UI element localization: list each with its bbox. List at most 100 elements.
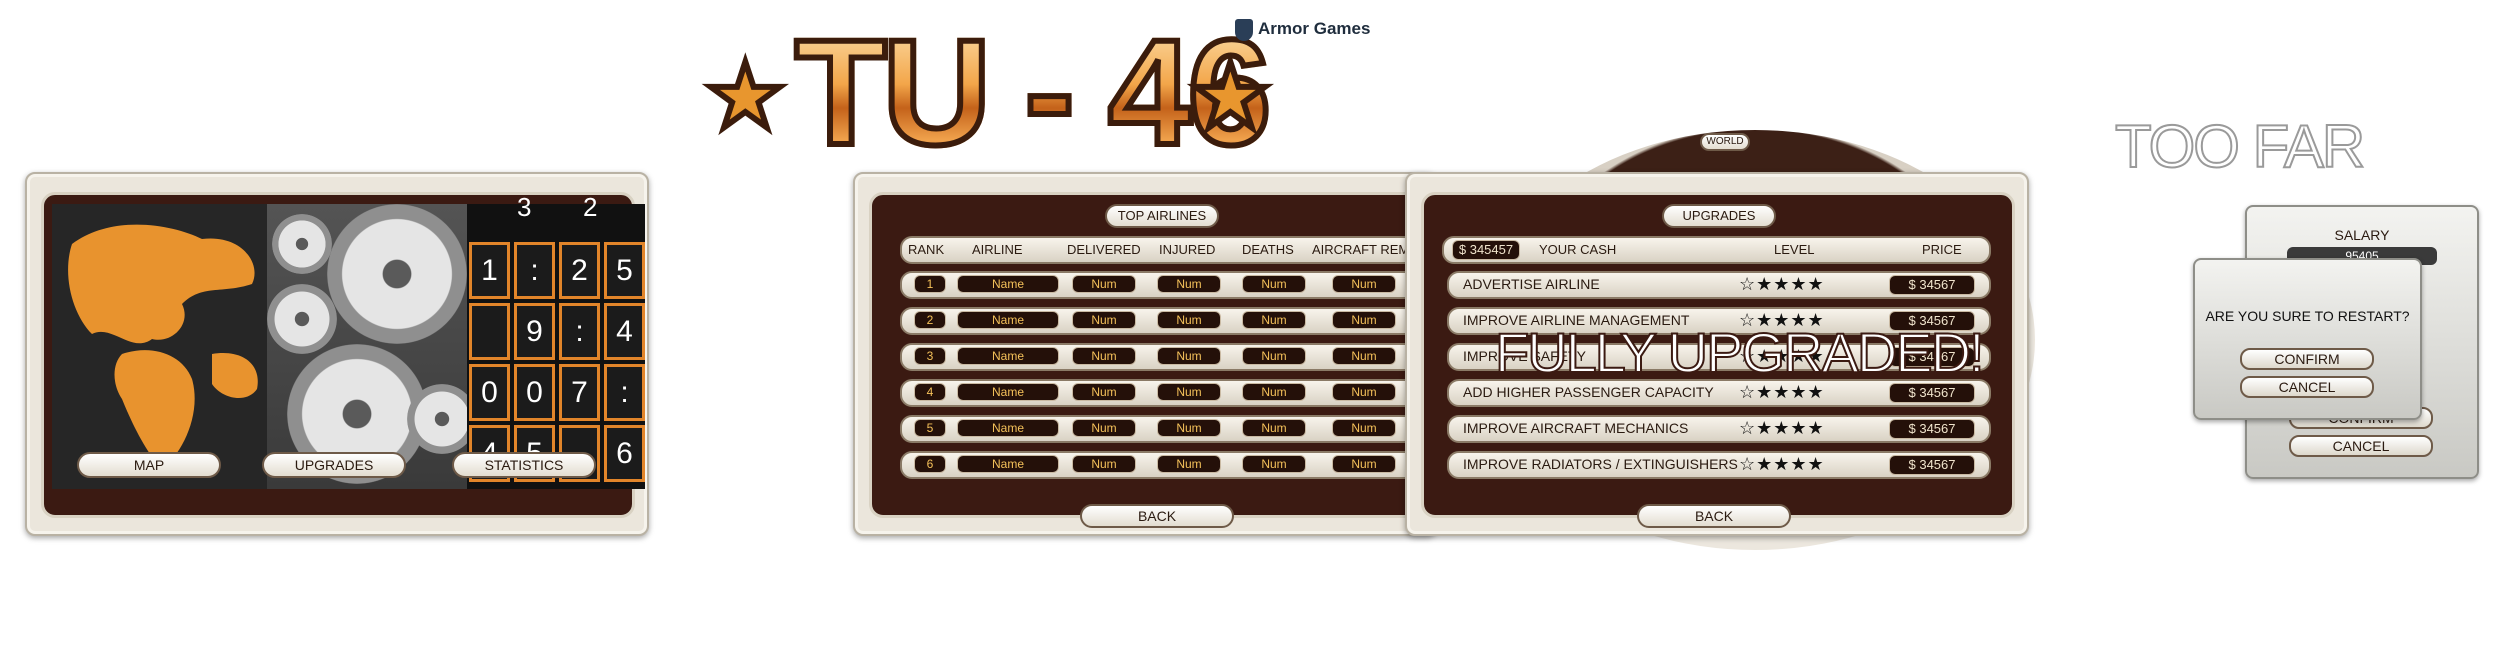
top-airlines-panel: TOP AIRLINES RANK AIRLINE DELIVERED INJU…: [853, 172, 1439, 536]
header-airline: AIRLINE: [972, 242, 1023, 257]
back-button[interactable]: BACK: [1080, 504, 1234, 528]
table-row[interactable]: 6 Name Num Num Num Num: [900, 451, 1439, 479]
aircraft-cell: Num: [1332, 383, 1396, 401]
star-rating-icon: ☆★★★★: [1739, 382, 1825, 402]
deaths-cell: Num: [1242, 383, 1306, 401]
table-row[interactable]: 4 Name Num Num Num Num: [900, 379, 1439, 407]
delivered-cell: Num: [1072, 311, 1136, 329]
cancel-button[interactable]: CANCEL: [2240, 376, 2374, 398]
injured-cell: Num: [1157, 275, 1221, 293]
rank-cell: 4: [914, 383, 946, 401]
delivered-cell: Num: [1072, 455, 1136, 473]
rank-cell: 1: [914, 275, 946, 293]
shield-icon: [1235, 18, 1253, 41]
salary-cancel-button[interactable]: CANCEL: [2289, 435, 2433, 457]
main-menu-panel: 3 2 1 : 2 5 9 : 4 0 0 7 : 4 5 6 MAP UPGR…: [25, 172, 649, 536]
digit-cell: :: [514, 242, 555, 299]
world-tab[interactable]: WORLD: [1700, 133, 1750, 151]
top-airlines-header-row: RANK AIRLINE DELIVERED INJURED DEATHS AI…: [900, 236, 1439, 264]
gears-tile[interactable]: [267, 204, 477, 489]
table-row[interactable]: 1 Name Num Num Num Num: [900, 271, 1439, 299]
deaths-cell: Num: [1242, 455, 1306, 473]
top-digit: 3: [517, 192, 532, 222]
rank-cell: 6: [914, 455, 946, 473]
digit-cell: :: [604, 364, 645, 421]
aircraft-cell: Num: [1332, 275, 1396, 293]
header-deaths: DEATHS: [1242, 242, 1294, 257]
gear-icon: [327, 204, 467, 344]
top-airlines-title: TOP AIRLINES: [1105, 204, 1219, 228]
digit-cell: 2: [559, 242, 600, 299]
upgrade-price[interactable]: $ 34567: [1889, 275, 1975, 295]
upgrades-title: UPGRADES: [1662, 204, 1776, 228]
digit-cell: 9: [514, 303, 555, 360]
back-button[interactable]: BACK: [1637, 504, 1791, 528]
table-row[interactable]: 2 Name Num Num Num Num: [900, 307, 1439, 335]
delivered-cell: Num: [1072, 419, 1136, 437]
upgrade-label: ADD HIGHER PASSENGER CAPACITY: [1463, 384, 1714, 400]
digit-cell: :: [559, 303, 600, 360]
top-digit: 2: [583, 192, 598, 222]
digit-cell: [469, 303, 510, 360]
world-map-tile[interactable]: [52, 204, 267, 489]
airline-cell: Name: [957, 383, 1059, 401]
rank-cell: 2: [914, 311, 946, 329]
star-rating-icon: ☆★★★★: [1739, 454, 1825, 474]
statistics-button[interactable]: STATISTICS: [452, 452, 596, 478]
rank-cell: 5: [914, 419, 946, 437]
star-rating-icon: ☆★★★★: [1739, 418, 1825, 438]
digit-cell: 6: [604, 425, 645, 482]
table-row[interactable]: 3 Name Num Num Num Num: [900, 343, 1439, 371]
header-your-cash: YOUR CASH: [1539, 242, 1617, 257]
upgrade-price[interactable]: $ 34567: [1889, 383, 1975, 403]
digit-cell: 5: [604, 242, 645, 299]
injured-cell: Num: [1157, 347, 1221, 365]
digit-cell: 7: [559, 364, 600, 421]
upgrade-label: IMPROVE RADIATORS / EXTINGUISHERS: [1463, 456, 1738, 472]
upgrades-button[interactable]: UPGRADES: [262, 452, 406, 478]
airline-cell: Name: [957, 455, 1059, 473]
too-far-text: TOO FAR: [2114, 112, 2366, 181]
upgrade-row[interactable]: IMPROVE RADIATORS / EXTINGUISHERS ☆★★★★ …: [1447, 451, 1991, 479]
airline-cell: Name: [957, 311, 1059, 329]
fully-upgraded-overlay: FULLY UPGRADED!: [1494, 320, 1986, 385]
digit-cell: 4: [604, 303, 645, 360]
deaths-cell: Num: [1242, 311, 1306, 329]
upgrade-label: IMPROVE AIRCRAFT MECHANICS: [1463, 420, 1689, 436]
gear-icon: [272, 214, 332, 274]
gear-icon: [267, 284, 337, 354]
world-map-icon: [68, 224, 258, 469]
upgrade-price[interactable]: $ 34567: [1889, 455, 1975, 475]
delivered-cell: Num: [1072, 383, 1136, 401]
restart-title: ARE YOU SURE TO RESTART?: [2205, 308, 2410, 324]
airline-cell: Name: [957, 347, 1059, 365]
header-level: LEVEL: [1774, 242, 1815, 257]
digit-cell: 1: [469, 242, 510, 299]
deaths-cell: Num: [1242, 419, 1306, 437]
armor-games-logo[interactable]: Armor Games: [1235, 14, 1375, 44]
digit-cell: 0: [514, 364, 555, 421]
header-price: PRICE: [1922, 242, 1962, 257]
upgrade-price[interactable]: $ 34567: [1889, 419, 1975, 439]
aircraft-cell: Num: [1332, 311, 1396, 329]
digit-cell: 0: [469, 364, 510, 421]
aircraft-cell: Num: [1332, 347, 1396, 365]
upgrade-row[interactable]: IMPROVE AIRCRAFT MECHANICS ☆★★★★ $ 34567: [1447, 415, 1991, 443]
salary-title: SALARY: [2334, 227, 2390, 243]
map-button[interactable]: MAP: [77, 452, 221, 478]
airline-cell: Name: [957, 419, 1059, 437]
restart-dialog: ARE YOU SURE TO RESTART? CONFIRM CANCEL: [2193, 258, 2422, 420]
header-injured: INJURED: [1159, 242, 1216, 257]
rank-cell: 3: [914, 347, 946, 365]
armor-games-label: Armor Games: [1258, 19, 1371, 38]
upgrades-header-row: $ 345457 YOUR CASH LEVEL PRICE: [1442, 236, 1991, 264]
injured-cell: Num: [1157, 383, 1221, 401]
confirm-button[interactable]: CONFIRM: [2240, 348, 2374, 370]
aircraft-cell: Num: [1332, 455, 1396, 473]
upgrade-row[interactable]: ADVERTISE AIRLINE ☆★★★★ $ 34567: [1447, 271, 1991, 299]
game-logo: ★ TU - 46 ★: [702, 9, 1285, 175]
cash-value: $ 345457: [1452, 240, 1520, 260]
table-row[interactable]: 5 Name Num Num Num Num: [900, 415, 1439, 443]
star-rating-icon: ☆★★★★: [1739, 274, 1825, 294]
statistics-digit-grid: 1 : 2 5 9 : 4 0 0 7 : 4 5 6: [469, 242, 645, 482]
